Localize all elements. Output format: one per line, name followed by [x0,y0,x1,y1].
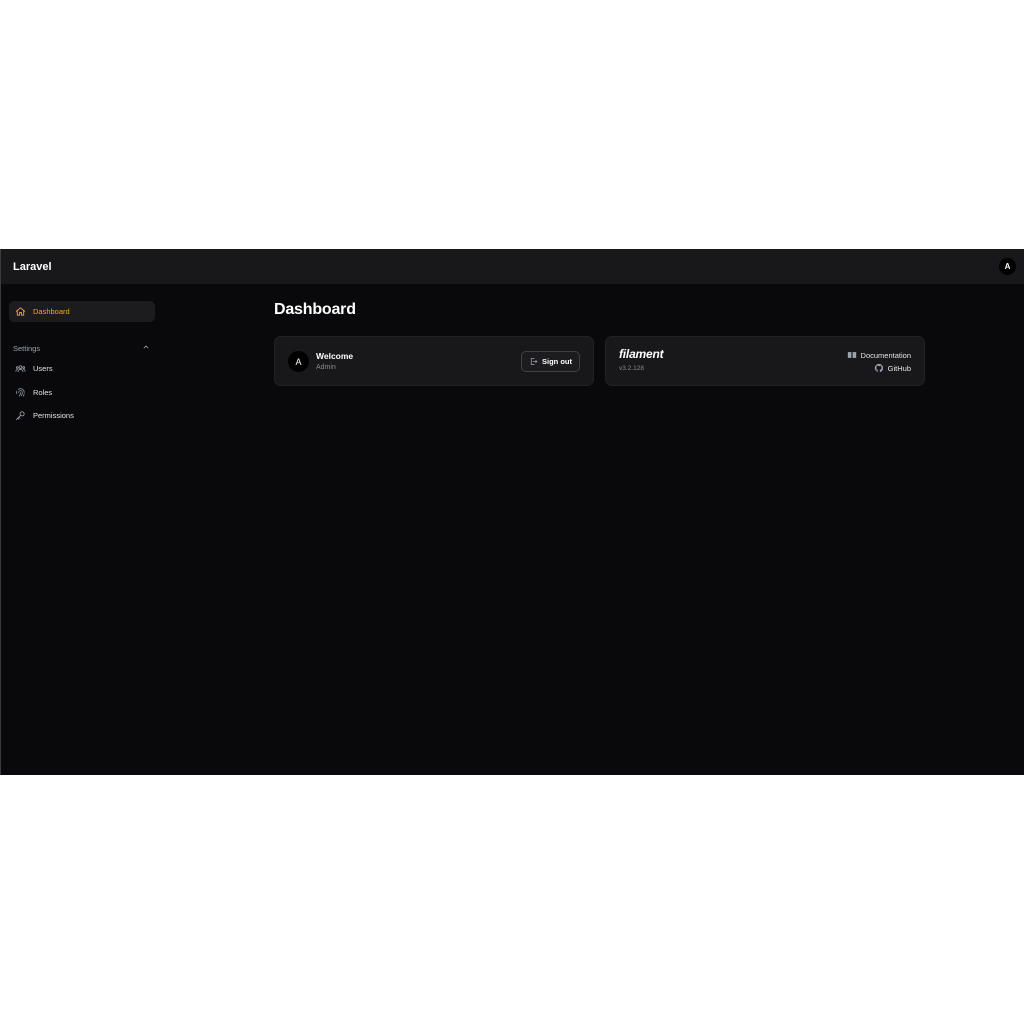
sidebar-group-settings[interactable]: Settings [9,343,155,353]
book-icon [847,350,861,360]
sidebar: Dashboard Settings Users Roles Permissio… [9,301,155,429]
avatar: A [288,351,309,372]
filament-info-widget: filament v3.2.128 Documentation GitHub [605,336,925,386]
topbar: Laravel A [1,249,1024,284]
sidebar-group-label: Settings [13,343,41,353]
chevron-up-icon[interactable] [142,343,150,353]
users-icon [15,363,26,374]
github-label: GitHub [887,363,911,373]
sidebar-item-permissions[interactable]: Permissions [9,405,155,426]
sign-out-label: Sign out [542,357,572,366]
home-icon [15,306,26,317]
main-content: Dashboard A Welcome Admin Sign out filam… [274,301,925,386]
documentation-label: Documentation [860,350,911,360]
app-window: Laravel A Dashboard Settings Users Roles… [0,249,1024,775]
github-link[interactable]: GitHub [874,363,911,373]
sidebar-item-label: Dashboard [33,307,70,316]
sidebar-item-dashboard[interactable]: Dashboard [9,301,155,322]
sidebar-item-label: Users [33,364,53,373]
welcome-heading: Welcome [316,351,354,361]
user-menu-avatar[interactable]: A [999,258,1016,275]
sidebar-item-roles[interactable]: Roles [9,382,155,403]
sidebar-item-users[interactable]: Users [9,358,155,379]
github-icon [874,363,888,373]
brand-logo[interactable]: Laravel [13,261,52,273]
documentation-link[interactable]: Documentation [847,350,911,360]
sign-out-button[interactable]: Sign out [521,351,580,372]
page-title: Dashboard [274,301,356,318]
user-name: Admin [316,364,336,371]
fingerprint-icon [15,387,26,398]
logout-icon [529,357,542,366]
filament-logo[interactable]: filament [619,347,664,361]
sidebar-item-label: Roles [33,387,53,397]
sidebar-item-label: Permissions [33,411,74,420]
account-widget: A Welcome Admin Sign out [274,336,594,386]
key-icon [15,410,26,421]
filament-version: v3.2.128 [619,365,644,372]
